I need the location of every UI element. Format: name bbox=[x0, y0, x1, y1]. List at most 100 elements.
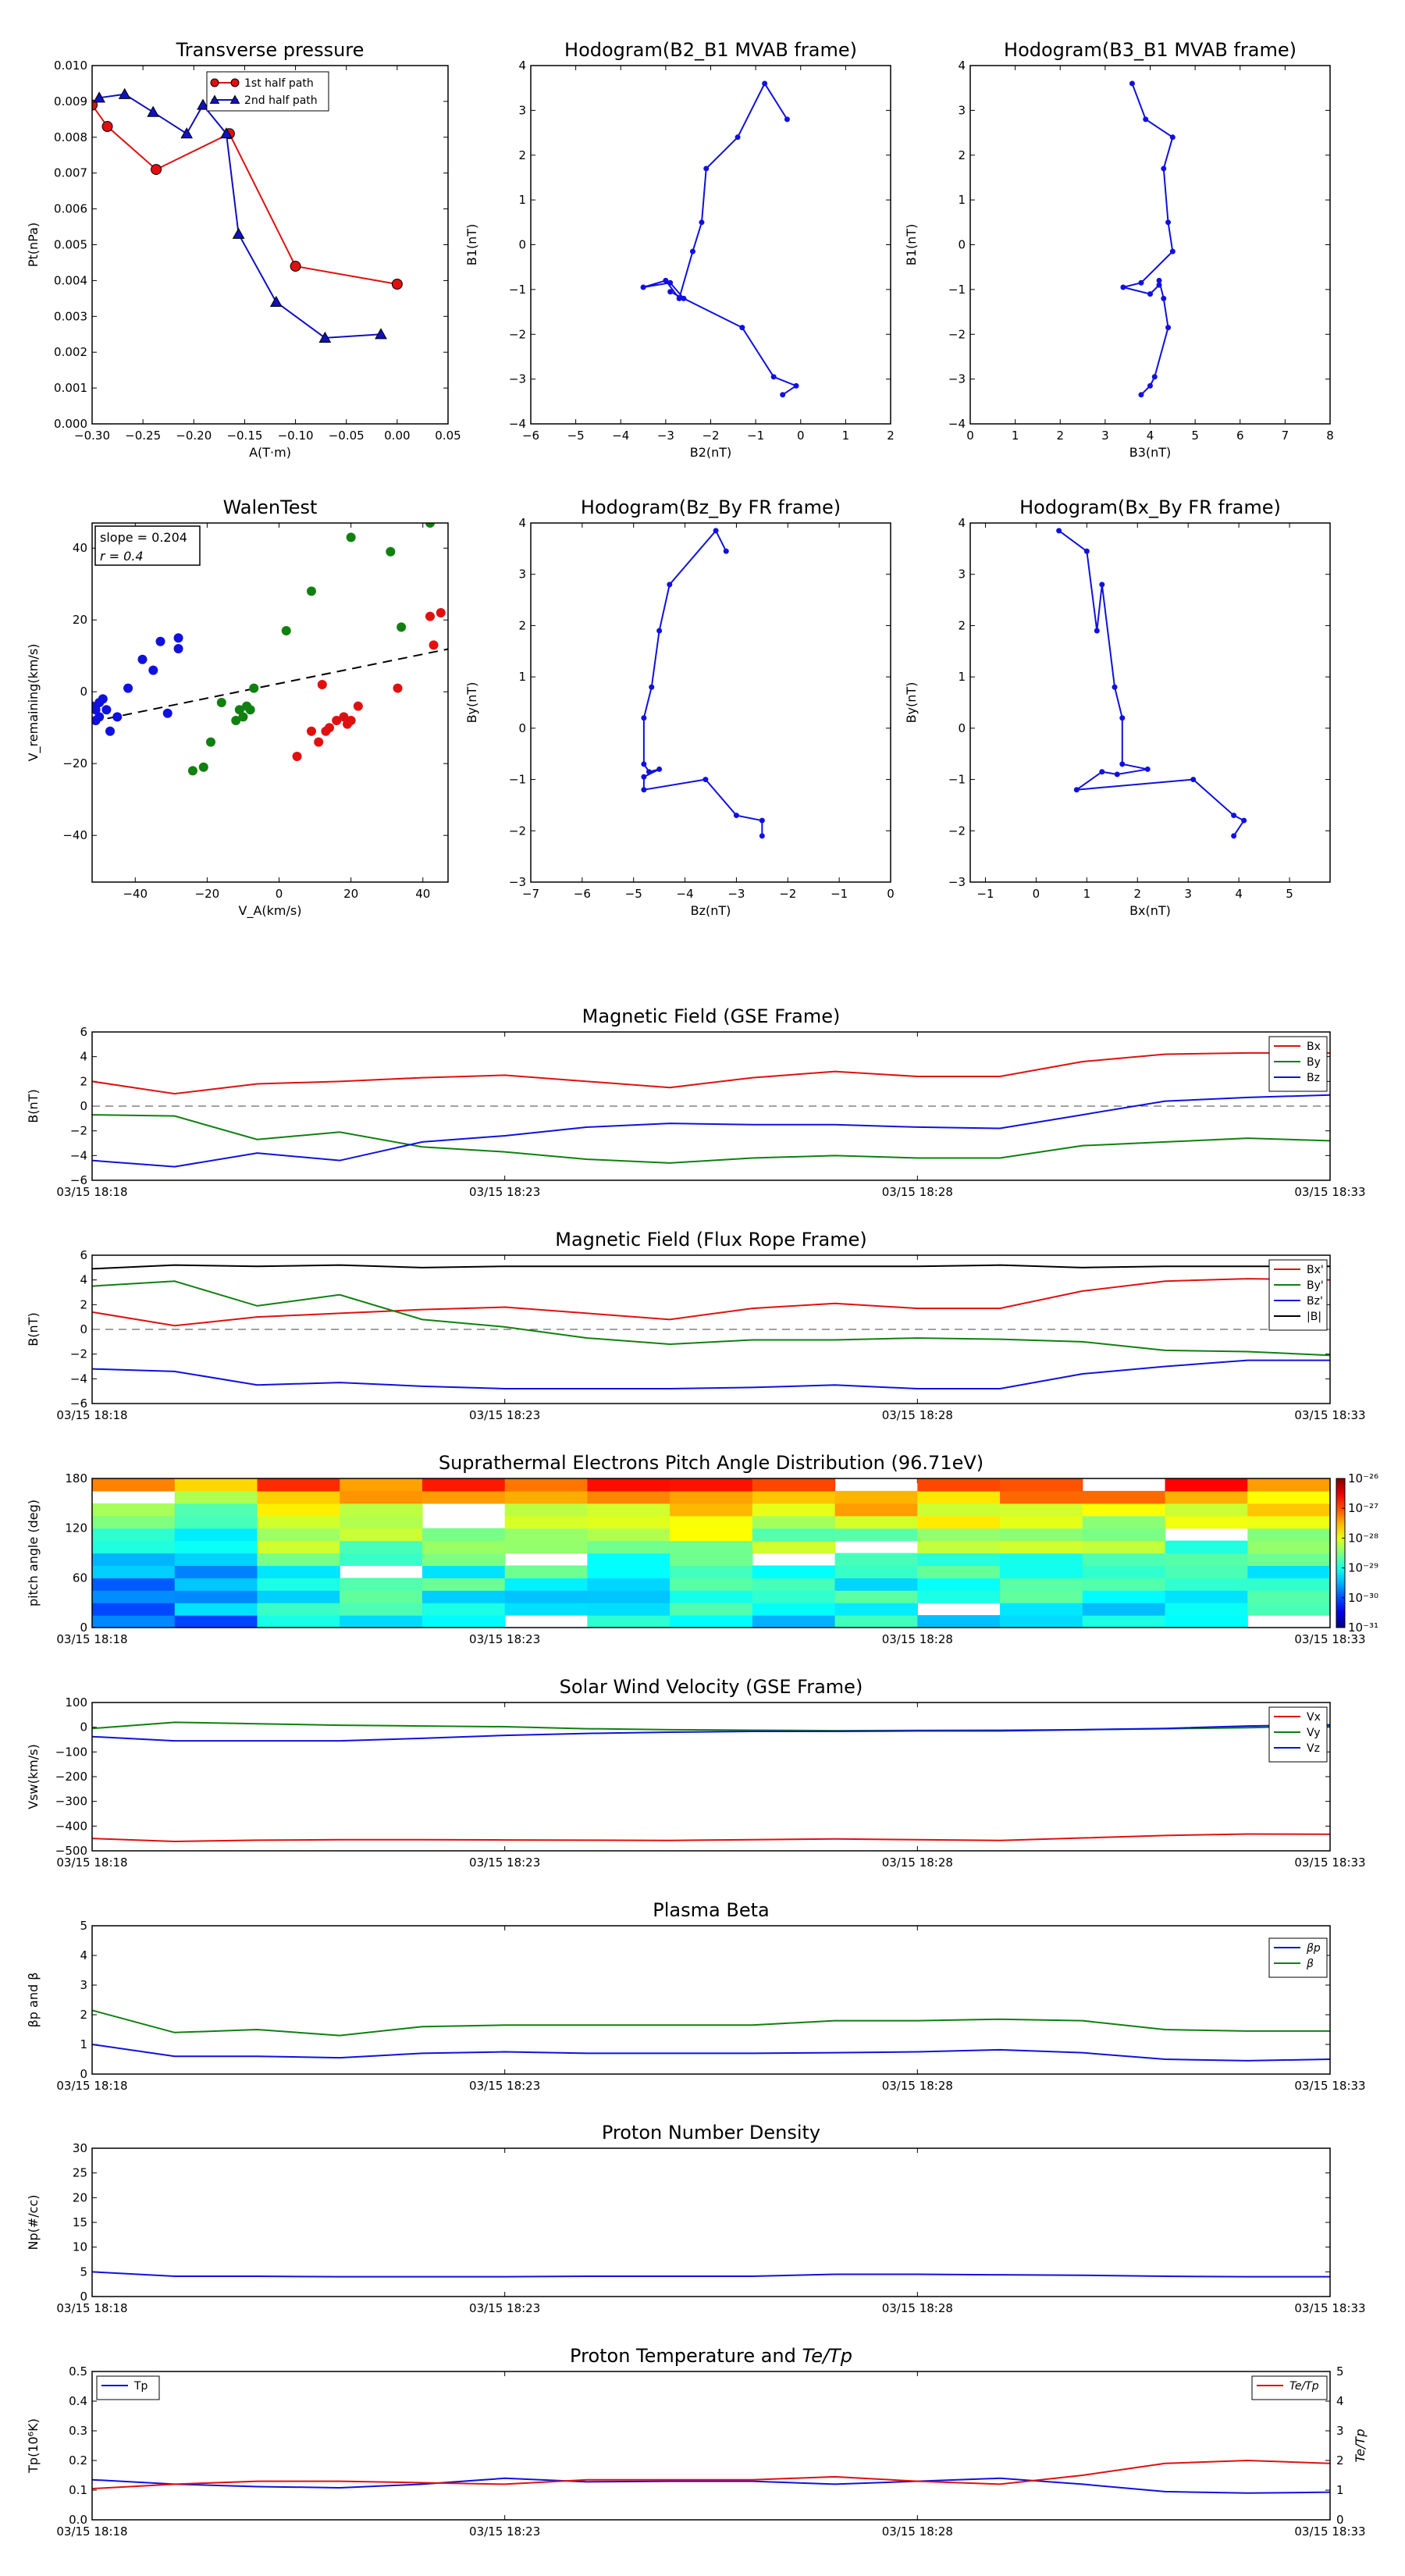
chart-title: Hodogram(Bx_By FR frame) bbox=[1019, 496, 1281, 518]
heatmap-cell bbox=[422, 1590, 506, 1603]
heatmap-cell bbox=[174, 1578, 258, 1591]
plot-frame bbox=[91, 65, 449, 425]
heatmap-cell bbox=[587, 1578, 670, 1591]
heatmap-cell bbox=[1247, 1540, 1330, 1554]
chart-mag-fr: 03/15 18:18 03/15 18:23 03/15 18:28 03/15 1… bbox=[26, 1229, 1366, 1422]
series-line bbox=[98, 93, 382, 339]
heatmap-cell bbox=[340, 1478, 423, 1492]
colorbar bbox=[1336, 1478, 1346, 1628]
heatmap-cell bbox=[92, 1478, 176, 1492]
data-point bbox=[1161, 295, 1167, 301]
y-axis-label: B(nT) bbox=[26, 1312, 41, 1346]
heatmap-cell bbox=[752, 1515, 836, 1529]
heatmap-cell bbox=[1165, 1515, 1248, 1529]
data-point bbox=[1231, 813, 1237, 819]
chart-plasma-beta: 03/15 18:18 03/15 18:23 03/15 18:28 03/15 1… bbox=[26, 1899, 1366, 2093]
plot-area bbox=[92, 1051, 1330, 1168]
data-point bbox=[1169, 248, 1176, 254]
data-point bbox=[397, 622, 407, 632]
heatmap-cell bbox=[1082, 1590, 1166, 1603]
y-tick-label: 0.2 bbox=[69, 2453, 87, 2467]
data-point bbox=[101, 705, 112, 715]
y-tick-label: 0 bbox=[518, 721, 526, 735]
data-point bbox=[762, 80, 768, 87]
data-point bbox=[1138, 279, 1144, 286]
y-tick-label: 2 bbox=[80, 1074, 87, 1088]
heatmap-cell bbox=[340, 1603, 423, 1616]
chart-title: Hodogram(Bz_By FR frame) bbox=[581, 496, 841, 518]
data-point bbox=[656, 628, 663, 634]
hodogram-path bbox=[1058, 530, 1246, 837]
y-axis-label: V_remaining(km/s) bbox=[26, 644, 41, 762]
data-point bbox=[1129, 80, 1135, 87]
y-tick-label: 20 bbox=[73, 2190, 87, 2204]
legend-label: Bx bbox=[1307, 1041, 1321, 1053]
y-tick-label: 3 bbox=[958, 568, 966, 582]
y2-tick-label: 3 bbox=[1336, 2424, 1344, 2438]
y-tick-label: −6 bbox=[70, 1173, 87, 1187]
heatmap-cell bbox=[670, 1528, 753, 1542]
data-point bbox=[232, 227, 245, 239]
y2-tick-label: 2 bbox=[1336, 2453, 1344, 2467]
y-tick-label: 2 bbox=[518, 618, 526, 632]
heatmap-cell bbox=[1247, 1503, 1330, 1517]
chart-transverse-pressure: −0.30 −0.25 −0.20 −0.15 −0.10 −0.05 0.00 0.050.… bbox=[26, 39, 461, 460]
chart-title: Proton Temperature and Te/Tp bbox=[570, 2345, 852, 2367]
heatmap-cell bbox=[257, 1565, 340, 1578]
y-tick-label: 0 bbox=[518, 238, 526, 252]
heatmap-cell bbox=[752, 1565, 836, 1578]
colorbar-tick-label: 10⁻³¹ bbox=[1348, 1621, 1378, 1635]
plot-area bbox=[641, 528, 765, 839]
data-point bbox=[98, 694, 108, 704]
y-tick-label: 0.004 bbox=[54, 273, 87, 287]
fit-slope-label: slope = 0.204 bbox=[100, 530, 187, 545]
heatmap-cell bbox=[1082, 1578, 1166, 1591]
heatmap-cell bbox=[834, 1528, 918, 1542]
plot-area bbox=[92, 2271, 1330, 2278]
data-point bbox=[198, 762, 208, 772]
heatmap-cell bbox=[1247, 1553, 1330, 1567]
y-tick-label: 4 bbox=[518, 516, 526, 530]
legend-label: By bbox=[1307, 1056, 1321, 1069]
heatmap-cell bbox=[1000, 1603, 1083, 1616]
heatmap-cell bbox=[174, 1603, 258, 1616]
data-point bbox=[1190, 777, 1197, 783]
heatmap-cell bbox=[257, 1503, 340, 1517]
heatmap-cell bbox=[257, 1603, 340, 1616]
heatmap-cell bbox=[174, 1540, 258, 1554]
heatmap-cell bbox=[340, 1540, 423, 1554]
y-tick-label: 4 bbox=[80, 1948, 87, 1962]
y-axis-label: Pt(nPa) bbox=[26, 222, 41, 267]
y-tick-label: −200 bbox=[55, 1770, 87, 1784]
data-point bbox=[656, 766, 663, 772]
heatmap-cell bbox=[92, 1590, 176, 1603]
heatmap-cell bbox=[917, 1528, 1001, 1542]
legend-label: Te/Tp bbox=[1289, 2380, 1319, 2393]
data-point bbox=[118, 87, 131, 99]
x-tick-label: −4 bbox=[612, 429, 629, 443]
heatmap-cell bbox=[422, 1578, 506, 1591]
series-line-Bz' bbox=[92, 1359, 1330, 1389]
heatmap-cell bbox=[257, 1553, 340, 1567]
heatmap-cell bbox=[1165, 1540, 1248, 1554]
heatmap-cell bbox=[1247, 1590, 1330, 1603]
heatmap-cell bbox=[1000, 1578, 1083, 1591]
x-tick-label: 0 bbox=[797, 429, 805, 443]
x-tick-label: 03/15 18:33 bbox=[1294, 1856, 1365, 1870]
y-tick-label: −4 bbox=[948, 417, 966, 431]
x-tick-label: 2 bbox=[1133, 887, 1141, 901]
heatmap-cell bbox=[422, 1490, 506, 1504]
heatmap-cell bbox=[340, 1503, 423, 1517]
heatmap-cell bbox=[834, 1578, 918, 1591]
heatmap-cell bbox=[174, 1553, 258, 1567]
chart-title: Solar Wind Velocity (GSE Frame) bbox=[560, 1676, 863, 1698]
heatmap-cell bbox=[587, 1603, 670, 1616]
y-axis-label: By(nT) bbox=[904, 682, 919, 724]
data-point bbox=[112, 712, 123, 722]
y-tick-label: 0.010 bbox=[54, 59, 87, 73]
chart-hodogram-b3-b1: 0 1 2 3 4 5 6 7 8 −4 −3 −2 −1 0 1 2 3 4 Hodogram(B3_B1 MVA… bbox=[904, 39, 1334, 460]
heatmap-cell bbox=[340, 1553, 423, 1567]
legend-marker bbox=[210, 78, 219, 87]
x-tick-label: 03/15 18:18 bbox=[56, 1408, 127, 1422]
data-point bbox=[1056, 528, 1062, 534]
